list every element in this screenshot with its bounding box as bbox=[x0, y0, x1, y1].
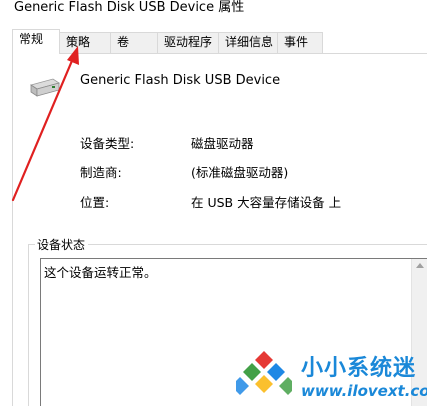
tab-events[interactable]: 事件 bbox=[277, 32, 323, 53]
location-value: 在 USB 大容量存储设备 上 bbox=[191, 195, 342, 210]
tab-volumes-label: 卷 bbox=[117, 35, 130, 49]
window-title: Generic Flash Disk USB Device 属性 bbox=[14, 0, 245, 15]
tab-details[interactable]: 详细信息 bbox=[218, 32, 278, 53]
tab-driver-label: 驱动程序 bbox=[164, 35, 213, 49]
tab-driver[interactable]: 驱动程序 bbox=[157, 32, 219, 53]
groupbox-border-vertical bbox=[28, 244, 29, 406]
watermark-url: www.ilovext.com bbox=[301, 382, 427, 400]
tab-events-label: 事件 bbox=[284, 35, 309, 49]
watermark-brand: 小小系统迷 bbox=[301, 356, 417, 381]
usb-drive-icon bbox=[30, 78, 60, 97]
tab-strip-border bbox=[12, 53, 427, 54]
tab-details-label: 详细信息 bbox=[225, 35, 274, 49]
location-label: 位置: bbox=[80, 195, 110, 210]
tab-volumes[interactable]: 卷 bbox=[110, 32, 158, 53]
groupbox-border-right bbox=[88, 244, 427, 245]
watermark-logo-icon bbox=[236, 351, 292, 395]
device-name: Generic Flash Disk USB Device bbox=[80, 73, 281, 88]
device-type-value: 磁盘驱动器 bbox=[191, 136, 254, 151]
tab-general-label: 常规 bbox=[19, 32, 44, 46]
tab-policy[interactable]: 策略 bbox=[59, 32, 111, 53]
device-status-text: 这个设备运转正常。 bbox=[44, 265, 157, 280]
manufacturer-label: 制造商: bbox=[80, 165, 122, 180]
manufacturer-value: (标准磁盘驱动器) bbox=[191, 165, 289, 180]
tab-policy-label: 策略 bbox=[66, 35, 91, 49]
title-bar: Generic Flash Disk USB Device 属性 bbox=[0, 0, 427, 22]
device-type-label: 设备类型: bbox=[80, 136, 135, 151]
scroll-up-arrow-icon[interactable] bbox=[416, 263, 424, 268]
device-status-title: 设备状态 bbox=[36, 236, 87, 253]
tab-general[interactable]: 常规 bbox=[12, 29, 60, 54]
groupbox-border-left bbox=[28, 244, 35, 245]
